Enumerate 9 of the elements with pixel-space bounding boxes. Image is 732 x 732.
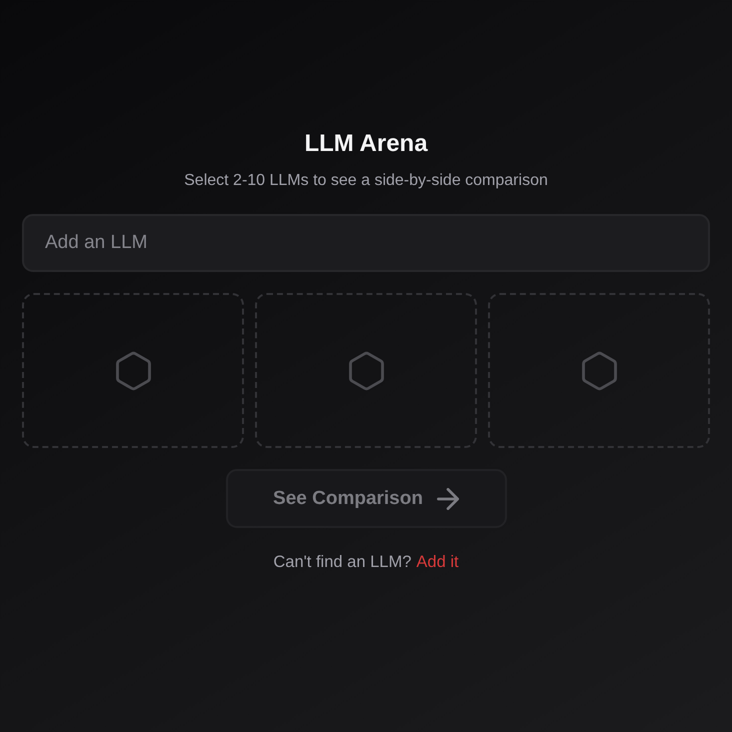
hexagon-icon <box>348 350 384 390</box>
footer-text: Can't find an LLM? <box>273 552 412 573</box>
page-title: LLM Arena <box>304 129 428 159</box>
hexagon-icon <box>114 350 152 390</box>
page-subtitle: Select 2-10 LLMs to see a side-by-side comparison <box>184 171 548 191</box>
add-it-link[interactable]: Add it <box>416 551 459 573</box>
arrow-right-icon <box>436 488 459 510</box>
hexagon-icon <box>580 350 618 390</box>
llm-search-field[interactable]: Add an LLM <box>22 214 710 272</box>
